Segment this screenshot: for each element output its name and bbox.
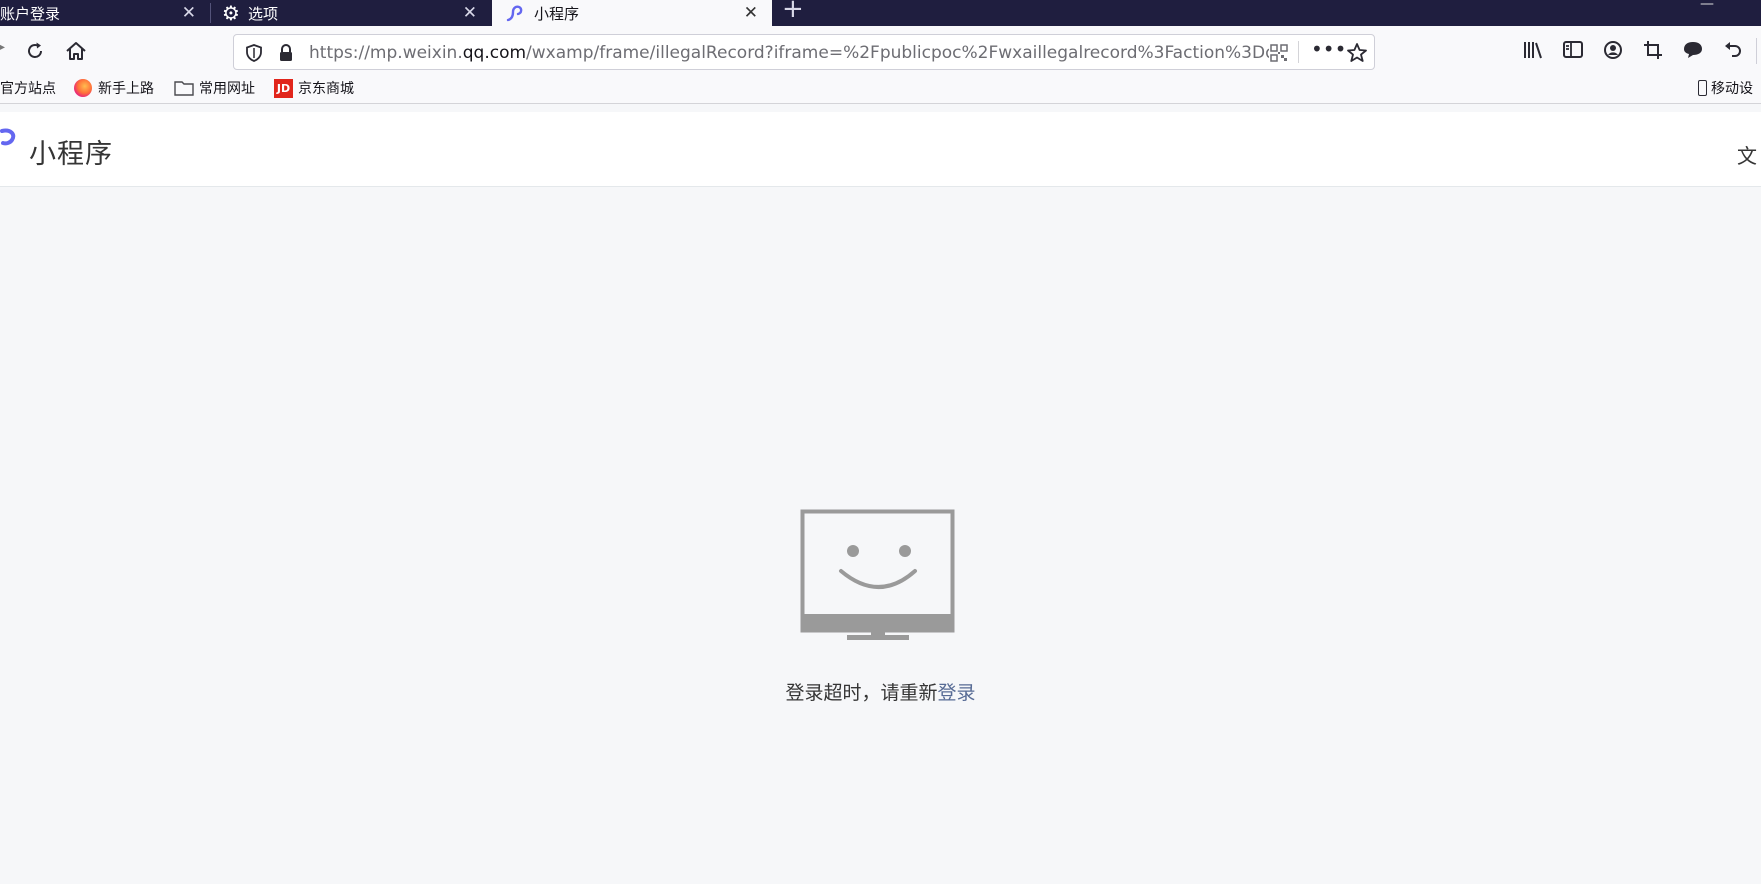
url-suffix: /wxamp/frame/illegalRecord?iframe=%2Fpub… (526, 43, 1269, 63)
tab-miniprogram[interactable]: 小程序 ✕ (492, 0, 772, 26)
bookmark-label: 新手上路 (98, 81, 154, 97)
tab-title: 账户登录 (0, 4, 61, 23)
url-domain: qq.com (462, 43, 527, 63)
divider (1298, 41, 1299, 63)
header-docs-link[interactable]: 文 (1737, 140, 1757, 169)
forward-icon[interactable]: ▸ (0, 39, 5, 55)
browser-toolbar: ▸ https://mp.weixin.qq.com/wxamp/frame/i… (0, 26, 1761, 104)
jd-icon: JD (274, 78, 293, 98)
bookmark-official-site[interactable]: 官方站点 (0, 78, 56, 98)
tracking-shield-icon[interactable] (245, 43, 263, 63)
bookmark-label: 移动设 (1711, 81, 1753, 97)
bookmark-label: 京东商城 (298, 81, 354, 97)
page-actions-icon[interactable]: ••• (1311, 37, 1346, 61)
tab-title: 小程序 (534, 4, 580, 23)
new-tab-button[interactable]: + (782, 0, 804, 24)
screenshot-crop-icon[interactable] (1643, 40, 1663, 60)
bookmark-mobile-devices[interactable]: 移动设 (1698, 78, 1753, 98)
tab-title: 选项 (247, 4, 278, 23)
url-prefix: https://mp.weixin. (309, 43, 463, 63)
toolbar-divider (1756, 38, 1757, 64)
reload-icon[interactable] (24, 40, 46, 62)
bookmark-star-icon[interactable] (1346, 42, 1368, 64)
sidebar-icon[interactable] (1562, 40, 1584, 60)
login-link[interactable]: 登录 (938, 682, 976, 704)
home-icon[interactable] (64, 39, 88, 63)
bookmark-label: 官方站点 (0, 81, 56, 97)
minimize-icon[interactable]: — (1700, 0, 1714, 12)
close-tab-icon[interactable]: ✕ (182, 3, 196, 23)
timeout-text: 登录超时，请重新 (785, 682, 938, 704)
page-header: 小程序 文 (0, 112, 1761, 187)
bookmark-label: 常用网址 (199, 81, 255, 97)
mobile-device-icon (1698, 80, 1707, 96)
close-tab-icon[interactable]: ✕ (744, 3, 758, 23)
library-icon[interactable] (1522, 40, 1544, 60)
logo-text[interactable]: 小程序 (29, 132, 113, 171)
lock-icon[interactable] (278, 43, 294, 63)
chat-bubble-icon[interactable] (1682, 40, 1704, 60)
bookmark-getting-started[interactable]: 新手上路 (74, 78, 154, 98)
miniprogram-logo-icon[interactable] (0, 128, 20, 162)
monitor-smile-illustration (800, 509, 955, 640)
undo-arrow-icon[interactable] (1723, 40, 1743, 60)
qr-code-icon[interactable] (1270, 44, 1288, 62)
url-text[interactable]: https://mp.weixin.qq.com/wxamp/frame/ill… (309, 43, 1269, 63)
gear-icon: ⚙ (222, 1, 240, 25)
miniprogram-logo-icon (506, 5, 523, 22)
tab-strip: 账户登录 ✕ ⚙ 选项 ✕ 小程序 ✕ + — (0, 0, 1761, 26)
folder-icon (174, 81, 194, 96)
close-tab-icon[interactable]: ✕ (463, 3, 477, 23)
bookmark-jd-mall[interactable]: JD 京东商城 (274, 78, 354, 98)
session-timeout-message: 登录超时，请重新登录 (0, 678, 1761, 705)
tab-options[interactable]: ⚙ 选项 ✕ (211, 0, 491, 26)
account-icon[interactable] (1603, 40, 1623, 60)
firefox-icon (74, 79, 92, 97)
bookmark-common-urls[interactable]: 常用网址 (174, 78, 255, 98)
tab-account-login[interactable]: 账户登录 ✕ (0, 0, 210, 26)
address-bar[interactable]: https://mp.weixin.qq.com/wxamp/frame/ill… (233, 34, 1375, 70)
